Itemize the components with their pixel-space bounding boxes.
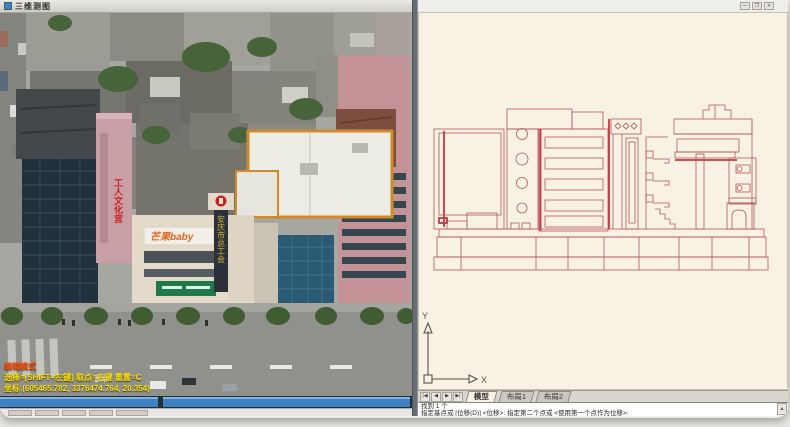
tab-nav-next-icon[interactable]: ▶ <box>442 392 452 402</box>
command-line-area[interactable]: 找到 1 个 指定基点或 [位移(D)] <位移>: 指定第二个点或 <使用第一… <box>418 402 788 416</box>
pink-tower: 工人文化宫 <box>96 113 132 263</box>
hud-mode-line: 编辑模式 <box>4 361 150 372</box>
left-panel-title: 三维测图 <box>15 1 51 12</box>
tab-layout1[interactable]: 布局1 <box>498 391 534 402</box>
command-prompt-line: 指定基点或 [位移(D)] <位移>: 指定第二个点或 <使用第一个点作为位移>… <box>421 410 776 416</box>
panel-cad: — ❐ ✕ <box>418 0 788 416</box>
banner-text: 芒果baby <box>150 231 194 243</box>
blue-glass-facade <box>254 223 334 303</box>
command-scroll-up-icon[interactable]: ▲ <box>777 403 787 415</box>
screenshot-stage: 三维测图 <box>0 0 790 427</box>
command-history-line: 找到 1 个 <box>421 403 776 410</box>
viewport-hud: 编辑模式 选择=[SHIFT+左键] 取点=右键 重置=C 坐标 (605465… <box>4 361 150 394</box>
cad-window-buttons: — ❐ ✕ <box>740 2 774 10</box>
ucs-x-label: X <box>481 375 487 385</box>
tab-layout2[interactable]: 布局2 <box>536 391 572 402</box>
white-roof <box>236 131 392 217</box>
status-segment[interactable] <box>116 410 148 416</box>
cad-tabbar: |◀ ◀ ▶ ▶| 模型 布局1 布局2 <box>418 390 788 402</box>
close-button[interactable]: ✕ <box>764 2 774 10</box>
wall-sign-text: 工人文化宫 <box>113 178 124 224</box>
elevation-drawing <box>434 105 768 270</box>
hud-coords-line: 坐标 (605465.782, 3376474.764, 20.354) <box>4 383 150 394</box>
blue-strip <box>0 396 412 408</box>
ucs-y-label: Y <box>422 311 428 321</box>
restore-button[interactable]: ❐ <box>752 2 762 10</box>
aerial-photo-viewport[interactable]: 工人文化宫 芒果baby 安庆市总工会 <box>0 13 412 408</box>
union-sign-text: 安庆市总工会 <box>217 214 226 264</box>
cad-titlebar: — ❐ ✕ <box>418 0 788 12</box>
hud-help-line: 选择=[SHIFT+左键] 取点=右键 重置=C <box>4 372 150 383</box>
left-panel-titlebar[interactable]: 三维测图 <box>0 0 412 13</box>
left-statusbar <box>0 408 412 416</box>
tab-model[interactable]: 模型 <box>465 391 497 402</box>
status-segment[interactable] <box>35 410 59 416</box>
status-segment[interactable] <box>89 410 113 416</box>
tab-nav-last-icon[interactable]: ▶| <box>453 392 463 402</box>
status-segment[interactable] <box>8 410 32 416</box>
aerial-photo: 工人文化宫 芒果baby 安庆市总工会 <box>0 13 412 408</box>
ucs-icon: Y X <box>422 311 487 385</box>
dark-glass-building <box>16 89 100 303</box>
application-window: 三维测图 <box>0 0 788 418</box>
cad-drawing-canvas[interactable]: Y X <box>418 12 788 390</box>
minimize-button[interactable]: — <box>740 2 750 10</box>
tab-nav-prev-icon[interactable]: ◀ <box>431 392 441 402</box>
panel-3d-view: 三维测图 <box>0 0 412 416</box>
tab-nav-first-icon[interactable]: |◀ <box>420 392 430 402</box>
status-segment[interactable] <box>62 410 86 416</box>
3d-view-icon <box>4 2 12 10</box>
